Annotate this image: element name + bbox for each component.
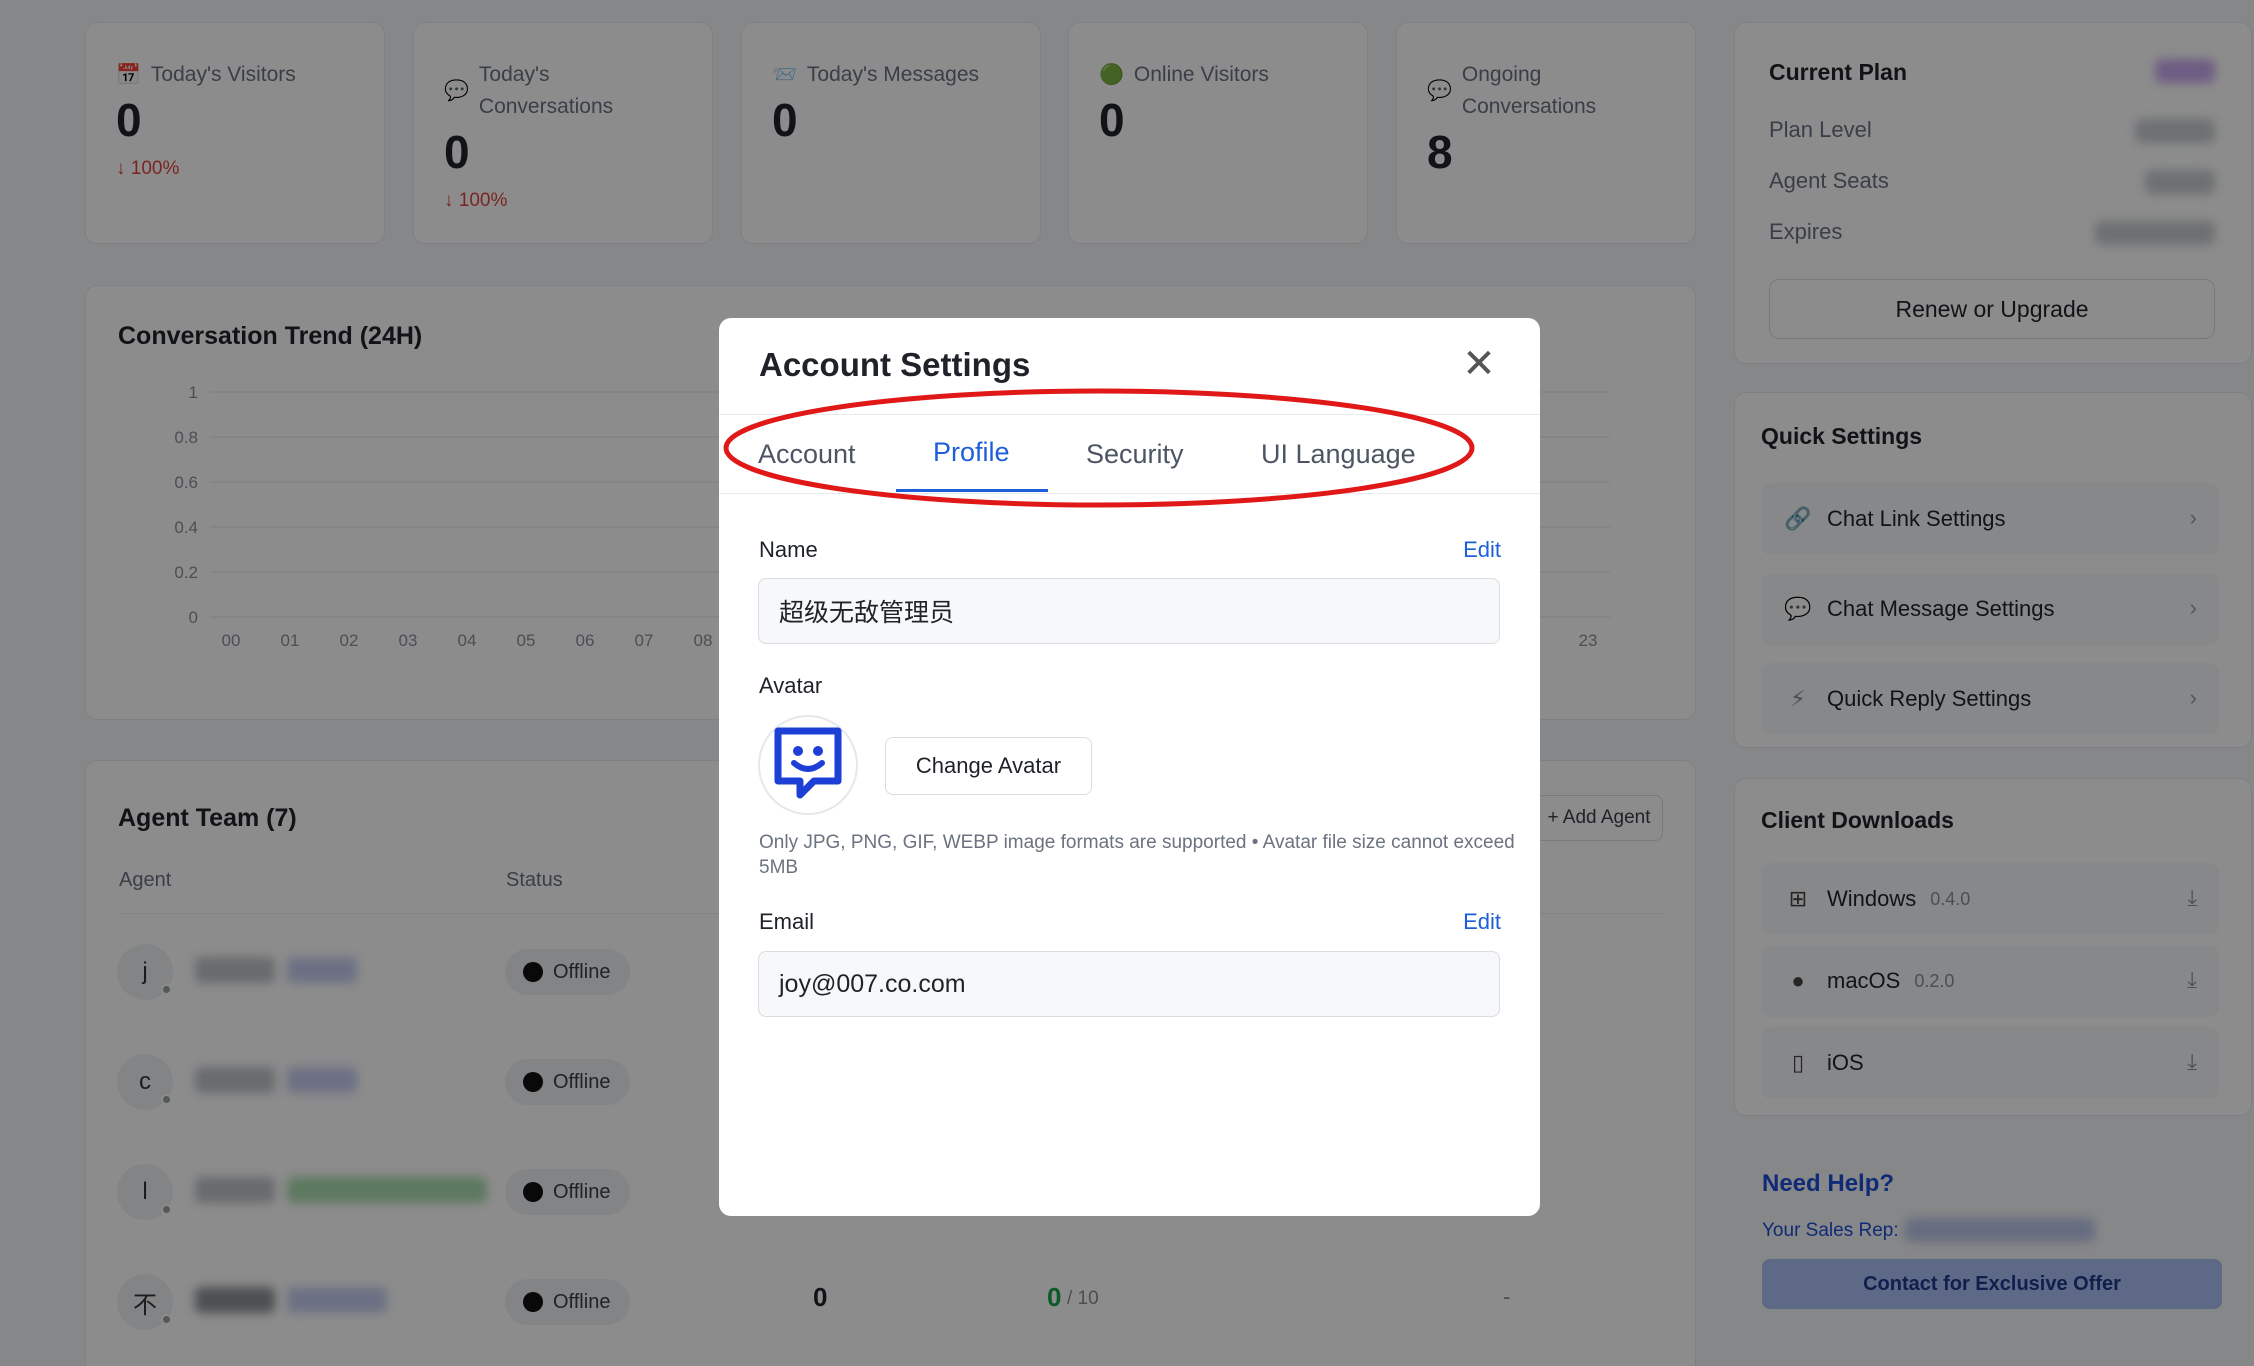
- account-settings-modal: Account Settings ✕ Account Profile Secur…: [719, 318, 1540, 1216]
- active-tab-indicator: [896, 489, 1048, 492]
- name-field[interactable]: 超级无敌管理员: [758, 578, 1500, 644]
- modal-title: Account Settings: [759, 346, 1031, 383]
- email-edit-link[interactable]: Edit: [1463, 909, 1501, 935]
- tab-profile[interactable]: Profile: [933, 413, 1010, 491]
- email-field[interactable]: joy@007.co.com: [758, 951, 1500, 1017]
- tab-account[interactable]: Account: [758, 415, 856, 493]
- avatar-hint-text: Only JPG, PNG, GIF, WEBP image formats a…: [759, 832, 1515, 878]
- close-icon[interactable]: ✕: [1459, 344, 1499, 384]
- tab-security[interactable]: Security: [1086, 415, 1184, 493]
- name-edit-link[interactable]: Edit: [1463, 537, 1501, 563]
- avatar-label: Avatar: [759, 673, 823, 698]
- chat-face-icon: [774, 727, 842, 799]
- settings-tabs: Account Profile Security UI Language: [719, 414, 1540, 494]
- name-label: Name: [759, 537, 818, 562]
- email-label: Email: [759, 909, 815, 934]
- avatar-preview: [758, 715, 858, 815]
- tab-ui-language[interactable]: UI Language: [1261, 415, 1416, 493]
- change-avatar-button[interactable]: Change Avatar: [885, 737, 1092, 795]
